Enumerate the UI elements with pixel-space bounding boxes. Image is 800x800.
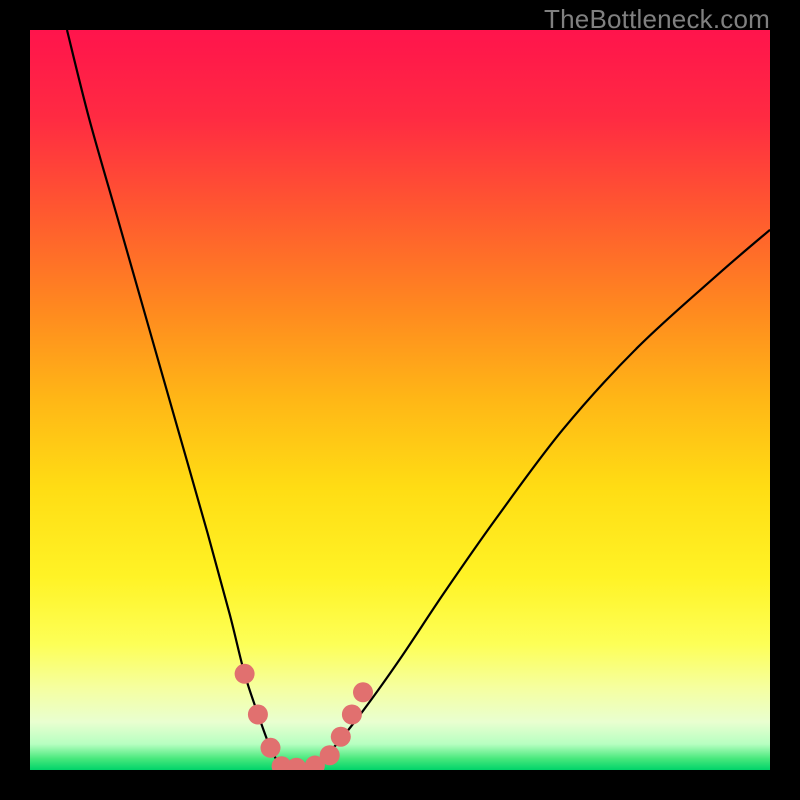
chart-svg [30, 30, 770, 770]
marker-dot [331, 727, 351, 747]
marker-dot [320, 745, 340, 765]
marker-dot [342, 705, 362, 725]
marker-dot [248, 705, 268, 725]
bottleneck-curve [67, 30, 770, 770]
marker-dot [353, 682, 373, 702]
chart-frame: TheBottleneck.com [0, 0, 800, 800]
marker-dot [235, 664, 255, 684]
marker-dot [286, 758, 306, 770]
marker-dot [261, 738, 281, 758]
plot-area [30, 30, 770, 770]
marker-group [235, 664, 373, 770]
